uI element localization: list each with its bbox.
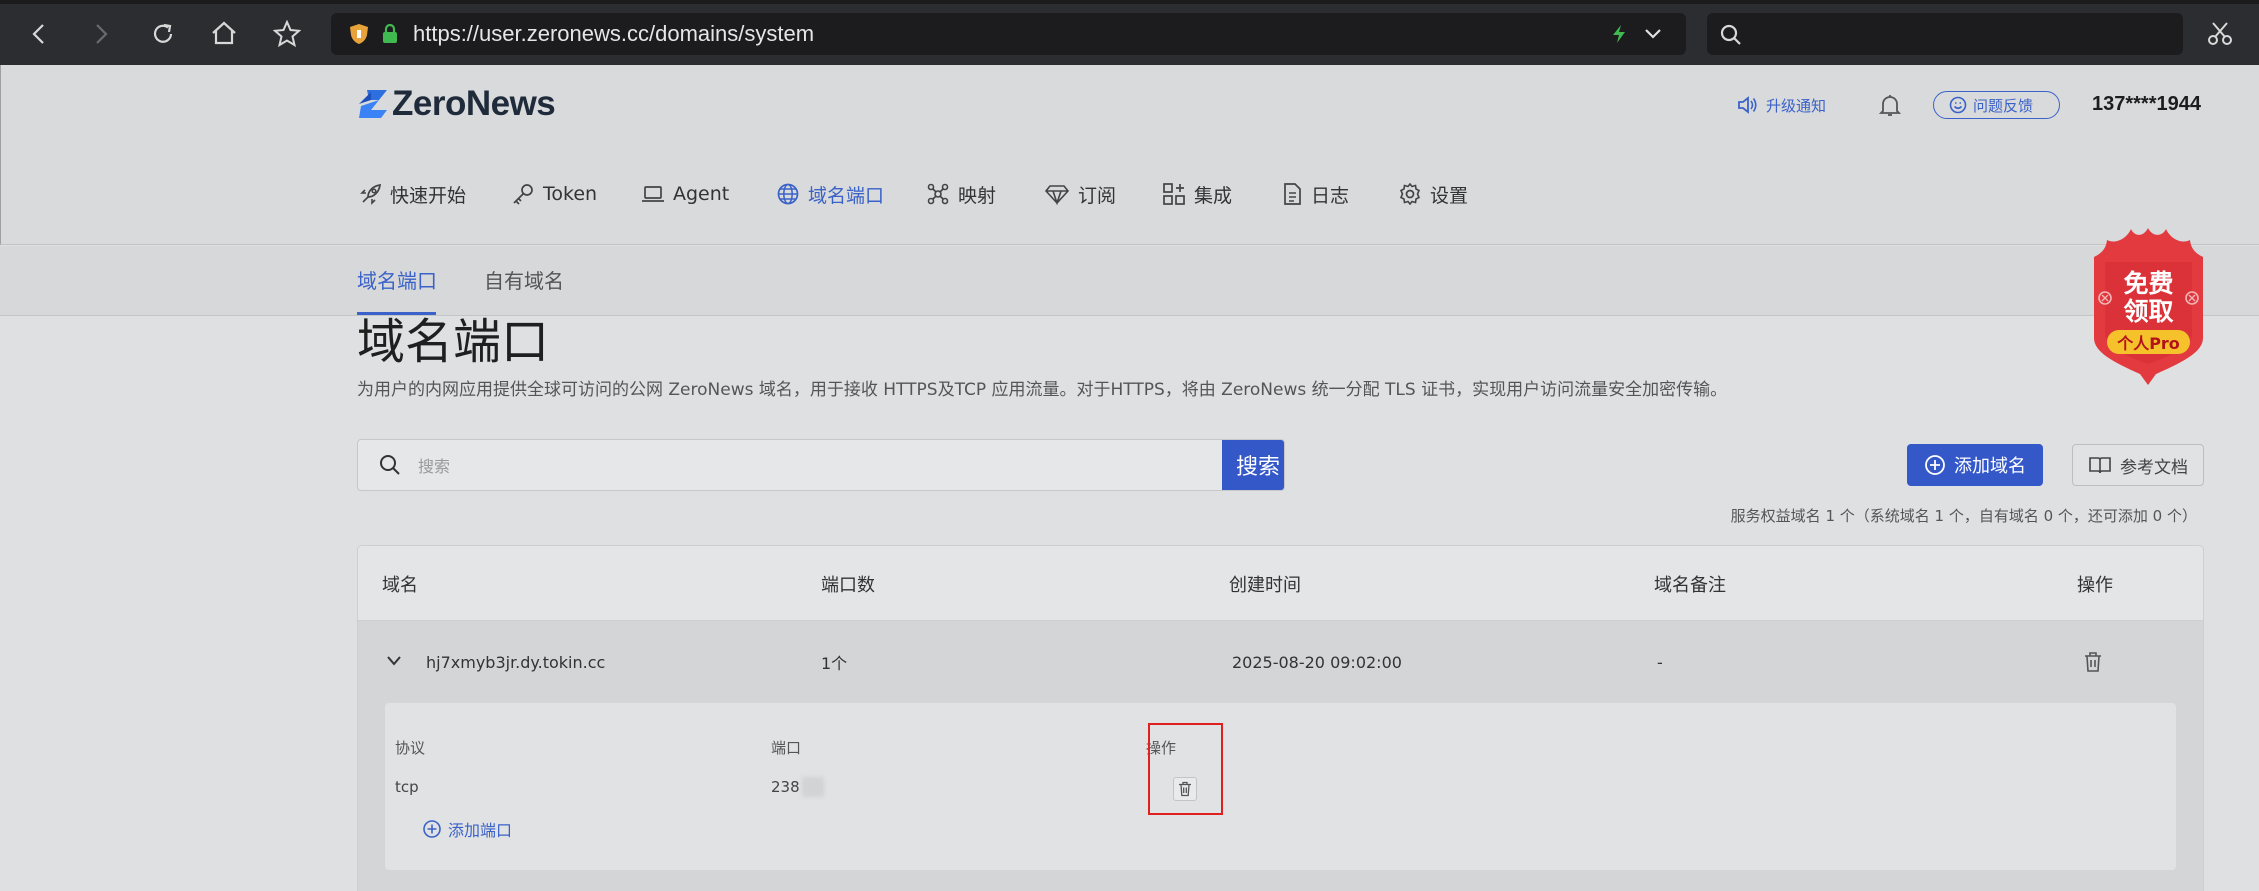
bookmark-star-icon[interactable] [273, 20, 301, 48]
globe-icon [776, 182, 800, 206]
gear-icon [1398, 182, 1422, 206]
smiley-icon [1949, 96, 1967, 114]
port-protocol: tcp [395, 778, 419, 796]
page-description: 为用户的内网应用提供全球可访问的公网 ZeroNews 域名，用于接收 HTTP… [357, 380, 1728, 400]
created-time: 2025-08-20 09:02:00 [1232, 652, 1402, 672]
port-count: 1个 [821, 654, 848, 673]
search-input[interactable]: 搜索 [418, 440, 1218, 490]
port-redaction-blur [802, 777, 824, 797]
document-icon [1281, 182, 1303, 206]
reload-icon[interactable] [150, 21, 176, 47]
url-text[interactable]: https://user.zeronews.cc/domains/system [413, 13, 814, 55]
nav-item-settings[interactable]: 设置 [1398, 180, 1468, 208]
nav-item-token[interactable]: Token [511, 180, 597, 208]
back-icon[interactable] [28, 22, 50, 46]
nav-item-quickstart[interactable]: 快速开始 [360, 180, 466, 208]
column-header-domain: 域名 [382, 574, 418, 596]
chevron-down-icon[interactable] [1643, 27, 1663, 41]
docs-button[interactable]: 参考文档 [2072, 444, 2204, 486]
nav-item-subscription[interactable]: 订阅 [1044, 180, 1116, 208]
address-bar[interactable]: https://user.zeronews.cc/domains/system [331, 13, 1686, 55]
zeronews-logo-icon[interactable] [357, 88, 391, 120]
nav-item-domains[interactable]: 域名端口 [776, 180, 884, 208]
speaker-icon [1737, 95, 1759, 115]
forward-icon[interactable] [90, 22, 112, 46]
feedback-label: 问题反馈 [1973, 96, 2034, 115]
laptop-icon [641, 183, 665, 205]
nav-label: 日志 [1311, 184, 1350, 207]
domain-table: 域名 端口数 创建时间 域名备注 操作 hj7xmyb3jr.dy.tokin.… [357, 545, 2204, 891]
nav-label: 订阅 [1078, 184, 1117, 207]
promo-badge[interactable]: 免费 领取 个人Pro [2093, 226, 2204, 386]
promo-tag: 个人Pro [2107, 330, 2190, 354]
nav-label: 快速开始 [390, 184, 467, 207]
logo-text[interactable]: ZeroNews [392, 84, 556, 124]
key-icon [511, 183, 535, 205]
plus-circle-icon [1924, 454, 1946, 476]
chevron-down-icon[interactable] [385, 654, 403, 668]
shield-icon[interactable] [349, 23, 369, 45]
column-header-actions: 操作 [2077, 574, 2113, 596]
column-header-note: 域名备注 [1654, 574, 1726, 596]
nav-label: 设置 [1430, 184, 1469, 207]
sub-tab-bar [0, 246, 2259, 316]
scissors-icon[interactable] [2207, 20, 2233, 46]
nav-label: 域名端口 [808, 184, 885, 207]
network-icon [926, 182, 950, 206]
table-header: 域名 端口数 创建时间 域名备注 操作 [358, 546, 2203, 621]
port-column-protocol: 协议 [395, 739, 426, 757]
lock-icon [381, 24, 399, 44]
port-number: 238 [771, 778, 800, 796]
upgrade-notice-link[interactable]: 升级通知 [1737, 92, 1826, 118]
add-port-label: 添加端口 [448, 821, 513, 840]
column-header-ports: 端口数 [821, 574, 875, 596]
promo-line-1: 免费 [2123, 269, 2174, 298]
domain-search: 搜索 搜索 [357, 439, 1285, 491]
lightning-icon[interactable] [1611, 24, 1627, 44]
rocket-icon [360, 183, 382, 205]
diamond-icon [1044, 183, 1070, 205]
nav-item-logs[interactable]: 日志 [1281, 180, 1349, 208]
port-column-port: 端口 [771, 739, 802, 757]
column-header-created: 创建时间 [1229, 574, 1301, 596]
domain-note: - [1657, 652, 1663, 672]
add-domain-button[interactable]: 添加域名 [1907, 444, 2043, 486]
browser-toolbar: https://user.zeronews.cc/domains/system [0, 0, 2259, 65]
book-icon [2088, 455, 2112, 475]
search-icon [378, 453, 402, 477]
table-row[interactable]: hj7xmyb3jr.dy.tokin.cc 1个 2025-08-20 09:… [358, 621, 2203, 703]
home-icon[interactable] [210, 20, 238, 46]
upgrade-notice-label: 升级通知 [1766, 96, 1827, 115]
nav-label: Token [543, 183, 598, 205]
nav-label: 集成 [1194, 184, 1233, 207]
user-account[interactable]: 137****1944 [2092, 90, 2201, 118]
nav-item-integration[interactable]: 集成 [1162, 180, 1232, 208]
port-subtable: 协议 端口 操作 tcp 238 添加端口 [385, 703, 2176, 870]
domain-name: hj7xmyb3jr.dy.tokin.cc [426, 652, 606, 672]
site-header [0, 65, 2259, 245]
browser-search-box[interactable] [1707, 13, 2183, 55]
tab-strip [0, 0, 2259, 4]
nav-label: Agent [673, 183, 730, 205]
bell-icon[interactable] [1879, 93, 1901, 117]
docs-label: 参考文档 [2120, 457, 2188, 478]
quota-summary: 服务权益域名 1 个（系统域名 1 个，自有域名 0 个，还可添加 0 个） [1730, 507, 2197, 525]
nav-item-agent[interactable]: Agent [641, 180, 729, 208]
nav-item-mapping[interactable]: 映射 [926, 180, 996, 208]
tab-own-domains[interactable]: 自有域名 [484, 264, 564, 294]
search-icon [1719, 23, 1743, 47]
search-button[interactable]: 搜索 [1222, 440, 1284, 490]
feedback-button[interactable]: 问题反馈 [1933, 91, 2060, 119]
plus-circle-icon [422, 819, 442, 839]
tab-domain-ports[interactable]: 域名端口 [357, 264, 437, 294]
grid-plus-icon [1162, 182, 1186, 206]
add-port-button[interactable]: 添加端口 [422, 817, 512, 841]
trash-icon[interactable] [2083, 651, 2103, 673]
promo-line-2: 领取 [2123, 297, 2174, 326]
add-domain-label: 添加域名 [1954, 456, 2026, 477]
page-title: 域名端口 [357, 314, 550, 370]
nav-label: 映射 [958, 184, 997, 207]
delete-port-highlight-box [1148, 723, 1223, 815]
